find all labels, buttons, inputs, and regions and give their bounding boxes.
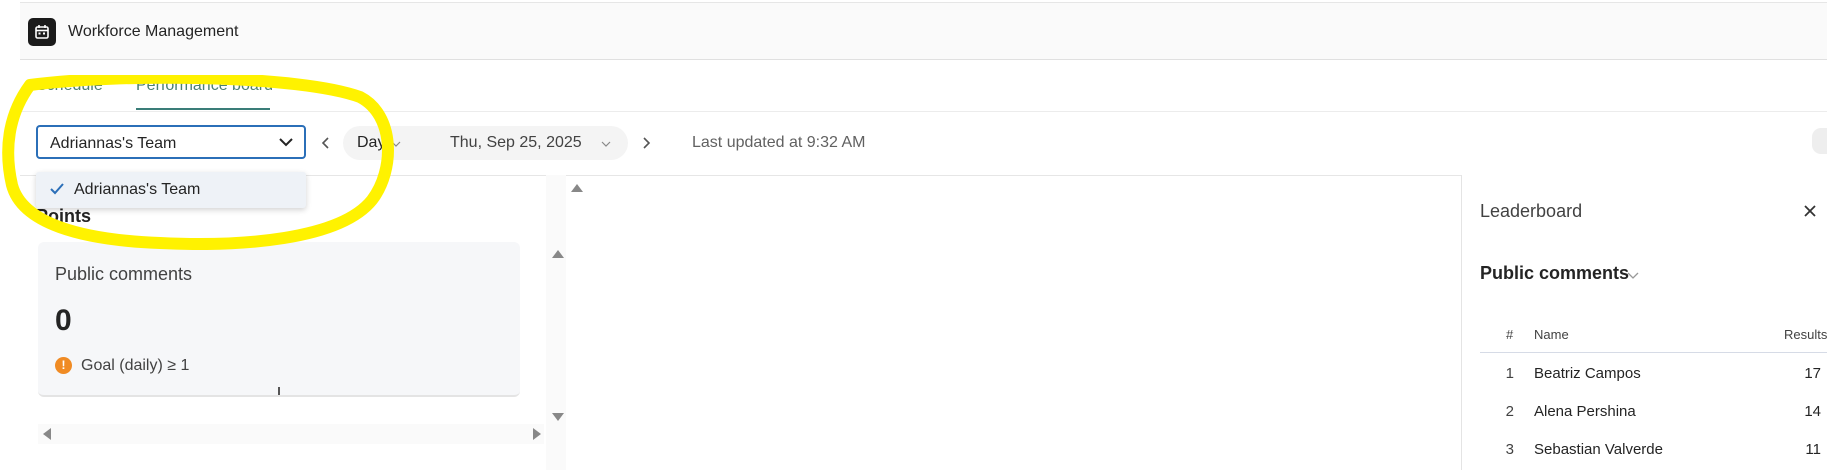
- scroll-right-arrow-icon[interactable]: [532, 427, 542, 446]
- leaderboard-name: Beatriz Campos: [1534, 365, 1641, 382]
- tab-schedule[interactable]: Schedule: [36, 77, 103, 95]
- leaderboard-name: Sebastian Valverde: [1534, 441, 1663, 458]
- chevron-down-icon[interactable]: [1626, 268, 1640, 282]
- date-chevron-icon: [600, 137, 612, 155]
- date-label[interactable]: Thu, Sep 25, 2025: [450, 134, 582, 152]
- leaderboard-title: Leaderboard: [1480, 201, 1583, 221]
- metric-card: Public comments 0 ! Goal (daily) ≥ 1: [38, 242, 520, 397]
- leaderboard-rank: 1: [1505, 365, 1514, 382]
- team-select-value: Adriannas's Team: [50, 135, 177, 152]
- period-label[interactable]: Day: [357, 134, 385, 152]
- period-chevron-icon: [390, 137, 402, 155]
- warning-icon: !: [55, 357, 72, 374]
- active-tab-indicator: [136, 108, 270, 110]
- divider: [20, 111, 1827, 112]
- leaderboard-result: 11: [1805, 441, 1821, 458]
- gauge-tick: [278, 387, 280, 395]
- checkmark-icon: [49, 181, 65, 197]
- points-heading: Points: [36, 206, 92, 226]
- goal-label: Goal (daily) ≥ 1: [81, 357, 190, 374]
- metric-card-title: Public comments: [55, 264, 193, 284]
- team-select[interactable]: Adriannas's Team: [36, 125, 306, 159]
- column-header-rank: #: [1506, 327, 1514, 342]
- team-dropdown-menu: Adriannas's Team: [36, 172, 306, 208]
- leaderboard-row: 2 Alena Pershina 14: [1480, 393, 1827, 431]
- leaderboard-panel: Leaderboard Public comments # Name Resul…: [1462, 175, 1827, 470]
- divider: [1480, 352, 1827, 353]
- leaderboard-name: Alena Pershina: [1534, 403, 1636, 420]
- leaderboard-metric-select[interactable]: Public comments: [1480, 263, 1629, 284]
- app-header: Workforce Management: [20, 2, 1827, 60]
- leaderboard-row: 3 Sebastian Valverde 11: [1480, 431, 1827, 469]
- next-period-button[interactable]: [637, 134, 655, 152]
- tab-performance-board[interactable]: Performance board: [136, 77, 273, 95]
- calendar-icon: [28, 18, 56, 46]
- last-updated-text: Last updated at 9:32 AM: [692, 134, 866, 151]
- leaderboard-result: 14: [1804, 403, 1821, 420]
- metric-card-value: 0: [55, 304, 72, 337]
- scroll-left-arrow-icon[interactable]: [42, 427, 52, 446]
- leaderboard-rank: 2: [1505, 403, 1514, 420]
- leaderboard-result: 17: [1804, 365, 1821, 382]
- app-title: Workforce Management: [68, 23, 239, 40]
- column-header-results[interactable]: Results: [1784, 327, 1827, 342]
- chevron-right-icon: [643, 137, 651, 149]
- leaderboard-row: 1 Beatriz Campos 17: [1480, 355, 1827, 393]
- horizontal-scrollbar[interactable]: [38, 424, 544, 444]
- chevron-down-icon: [278, 134, 294, 150]
- scroll-up-arrow-icon[interactable]: [551, 246, 565, 264]
- chevron-left-icon: [321, 137, 329, 149]
- scroll-up-arrow-icon[interactable]: [570, 180, 584, 198]
- leaderboard-rank: 3: [1505, 441, 1514, 458]
- column-header-name[interactable]: Name: [1534, 327, 1569, 342]
- team-option[interactable]: Adriannas's Team: [74, 181, 200, 199]
- previous-period-button[interactable]: [317, 134, 335, 152]
- trophy-icon[interactable]: [1812, 128, 1827, 154]
- close-icon[interactable]: [1802, 203, 1818, 219]
- scroll-down-arrow-icon[interactable]: [551, 409, 565, 427]
